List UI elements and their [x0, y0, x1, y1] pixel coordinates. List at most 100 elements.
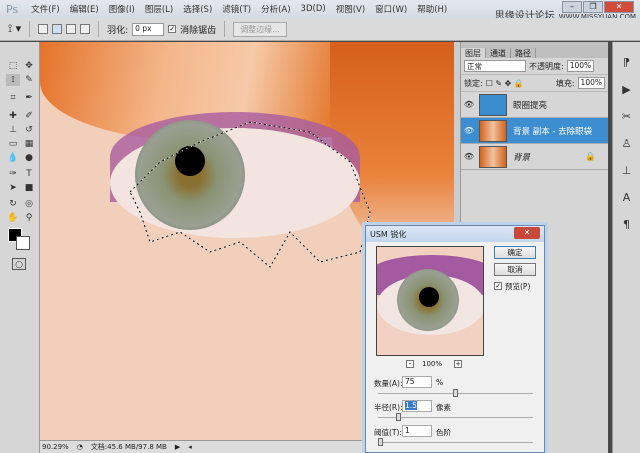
dodge-icon[interactable]: ●: [22, 152, 36, 164]
layer-thumbnail: [479, 93, 507, 116]
subtract-selection-icon[interactable]: [66, 24, 77, 34]
amount-input[interactable]: 75: [402, 376, 432, 388]
menu-image[interactable]: 图像(I): [109, 3, 135, 15]
new-selection-icon[interactable]: [38, 24, 49, 34]
layer-name: 背景: [513, 152, 531, 163]
shape-tool-icon[interactable]: ■: [22, 182, 36, 194]
preview-image[interactable]: [376, 246, 484, 356]
preview-checkbox[interactable]: ✓: [494, 282, 502, 290]
menu-filter[interactable]: 滤镜(T): [222, 3, 251, 15]
hand-tool-icon[interactable]: ✋: [6, 212, 20, 224]
preview-label: 预览(P): [505, 282, 531, 291]
tools-presets-icon[interactable]: ✂: [613, 110, 640, 123]
radius-slider-knob[interactable]: [396, 413, 401, 421]
layer-thumbnail: [479, 119, 507, 142]
menu-3d[interactable]: 3D(D): [301, 4, 326, 14]
healing-brush-icon[interactable]: ✚: [6, 110, 20, 122]
intersect-selection-icon[interactable]: [80, 24, 91, 34]
menu-view[interactable]: 视图(V): [336, 3, 365, 15]
zoom-out-button[interactable]: -: [406, 360, 414, 368]
menu-help[interactable]: 帮助(H): [417, 3, 447, 15]
history-brush-icon[interactable]: ↺: [22, 124, 36, 136]
gradient-icon[interactable]: ▦: [22, 138, 36, 150]
clone-stamp-icon[interactable]: ⊥: [6, 124, 20, 136]
menu-window[interactable]: 窗口(W): [375, 3, 407, 15]
fill-label: 填充:: [555, 78, 575, 88]
background-color-swatch[interactable]: [16, 236, 30, 250]
eye-icon[interactable]: 👁: [461, 100, 477, 109]
amount-slider-knob[interactable]: [453, 389, 458, 397]
menu-layer[interactable]: 图层(L): [145, 3, 173, 15]
lock-label: 锁定:: [464, 78, 483, 88]
lasso-tool-icon[interactable]: ⟟: [6, 74, 20, 86]
layer-thumbnail: [479, 145, 507, 168]
zoom-in-button[interactable]: +: [454, 360, 462, 368]
history-icon[interactable]: ⁋: [613, 56, 640, 69]
tab-channels[interactable]: 通道: [486, 48, 511, 58]
actions-icon[interactable]: ▶: [613, 83, 640, 96]
layer-row[interactable]: 👁 背景 🔒: [461, 144, 608, 170]
menu-file[interactable]: 文件(F): [31, 3, 60, 15]
blend-mode-select[interactable]: 正常: [464, 60, 526, 72]
blur-icon[interactable]: 💧: [6, 152, 20, 164]
threshold-slider[interactable]: [378, 438, 533, 446]
radius-slider[interactable]: [378, 413, 533, 421]
zoom-level[interactable]: 90.29%: [42, 443, 69, 451]
brush-tool-icon[interactable]: ✐: [22, 110, 36, 122]
cancel-button[interactable]: 取消: [494, 263, 536, 276]
character-icon[interactable]: A: [613, 191, 640, 204]
lock-icons[interactable]: ☐ ✎ ✥ 🔒: [486, 79, 524, 88]
add-selection-icon[interactable]: [52, 24, 63, 34]
eraser-icon[interactable]: ▭: [6, 138, 20, 150]
scroll-left-icon[interactable]: ◂: [188, 443, 192, 451]
opacity-label: 不透明度:: [529, 61, 564, 71]
layer-row[interactable]: 👁 背景 副本 - 去除眼袋: [461, 118, 608, 144]
quick-select-icon[interactable]: ✎: [22, 74, 36, 86]
divider: [29, 21, 31, 37]
status-menu-arrow-icon[interactable]: ▶: [175, 443, 180, 451]
document-size: 文档:45.6 MB/97.8 MB: [90, 443, 167, 451]
menu-edit[interactable]: 编辑(E): [70, 3, 99, 15]
ok-button[interactable]: 确定: [494, 246, 536, 259]
radius-value: 1.5: [405, 401, 417, 410]
menu-select[interactable]: 选择(S): [183, 3, 212, 15]
fill-input[interactable]: 100%: [577, 77, 605, 89]
dialog-close-button[interactable]: ✕: [514, 227, 540, 239]
paragraph-icon[interactable]: ¶: [613, 218, 640, 231]
type-tool-icon[interactable]: T: [22, 168, 36, 180]
opacity-input[interactable]: 100%: [566, 60, 595, 72]
3d-orbit-icon[interactable]: ◎: [22, 198, 36, 210]
antialias-checkbox[interactable]: ✓: [168, 25, 177, 33]
tab-paths[interactable]: 路径: [511, 48, 536, 58]
path-select-icon[interactable]: ➤: [6, 182, 20, 194]
options-bar: ⟟ ▾ 羽化: 0 px ✓ 消除锯齿 调整边缘...: [0, 18, 640, 41]
threshold-slider-knob[interactable]: [378, 438, 383, 446]
3d-rotate-icon[interactable]: ↻: [6, 198, 20, 210]
tab-layers[interactable]: 图层: [461, 48, 486, 58]
feather-input[interactable]: 0 px: [132, 22, 165, 36]
layer-name: 背景 副本 - 去除眼袋: [513, 126, 593, 137]
lasso-tool-preset-icon[interactable]: ⟟ ▾: [8, 22, 21, 36]
crop-tool-icon[interactable]: ⌗: [6, 92, 20, 104]
amount-unit: %: [436, 378, 444, 387]
amount-slider[interactable]: [378, 389, 533, 397]
eye-icon[interactable]: 👁: [461, 126, 477, 135]
photoshop-logo: Ps: [6, 2, 19, 16]
status-info-icon[interactable]: ◔: [77, 443, 83, 451]
panel-icon-strip: ⁋ ▶ ✂ ♙ ⊥ A ¶: [612, 42, 640, 453]
quick-mask-icon[interactable]: ○: [12, 258, 26, 270]
pen-tool-icon[interactable]: ✑: [6, 168, 20, 180]
stamp-icon[interactable]: ⊥: [613, 164, 640, 177]
eye-icon[interactable]: 👁: [461, 152, 477, 161]
layer-row[interactable]: 👁 眼圈提亮: [461, 92, 608, 118]
refine-edge-button[interactable]: 调整边缘...: [233, 21, 287, 37]
eyedropper-icon[interactable]: ✒: [22, 92, 36, 104]
threshold-input[interactable]: 1: [402, 425, 432, 437]
zoom-tool-icon[interactable]: ⚲: [22, 212, 36, 224]
move-tool-icon[interactable]: ✥: [22, 60, 36, 72]
clone-source-icon[interactable]: ♙: [613, 137, 640, 150]
radius-input[interactable]: 1.5: [402, 400, 432, 412]
lock-icon: 🔒: [585, 151, 596, 162]
menu-analysis[interactable]: 分析(A): [261, 3, 290, 15]
marquee-tool-icon[interactable]: ⬚: [6, 60, 20, 72]
